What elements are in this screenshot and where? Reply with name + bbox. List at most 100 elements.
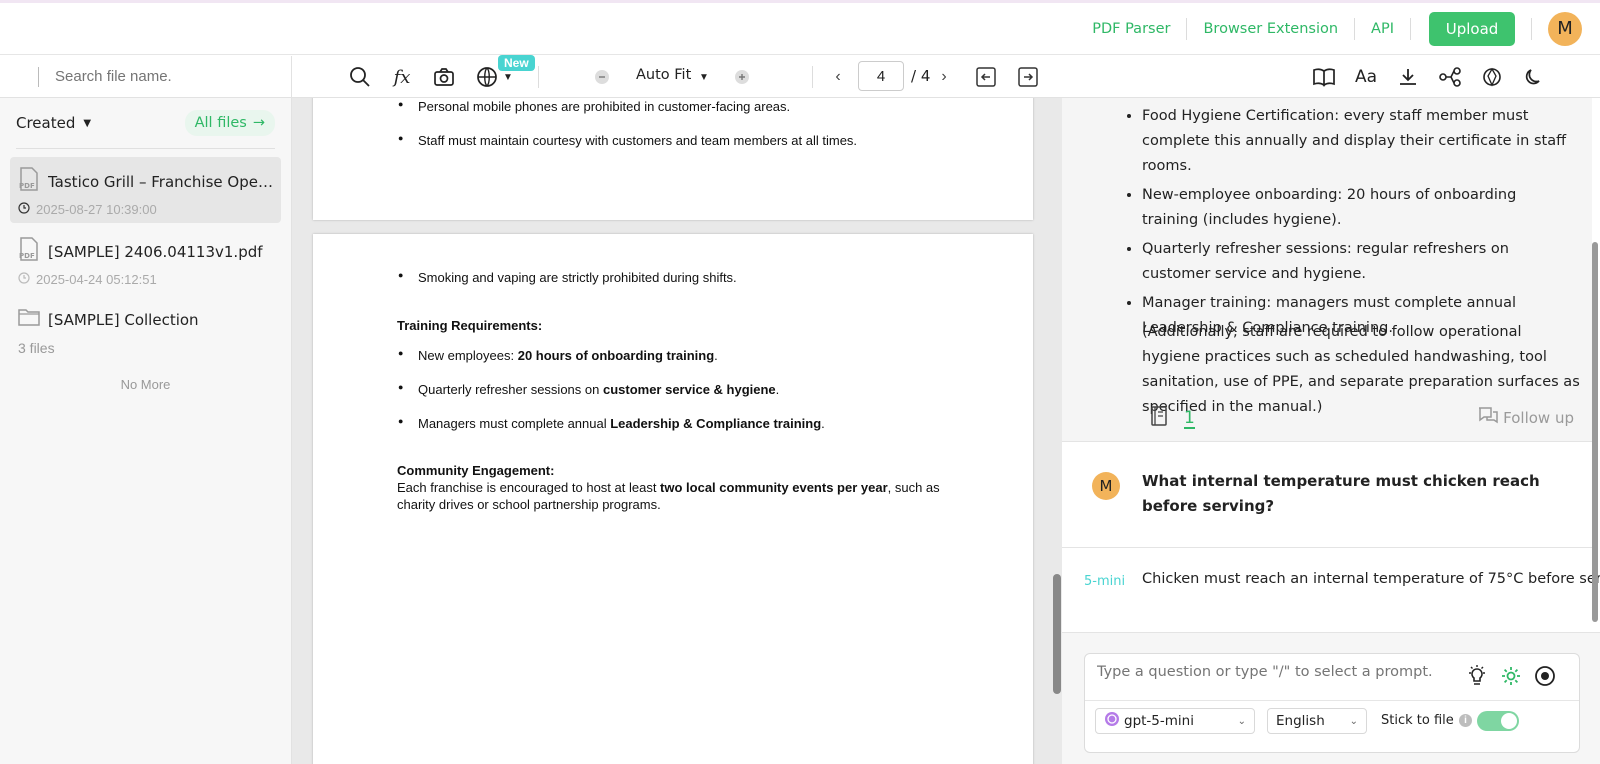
file-sidebar: Created ▼ All files → PDF Tastico Grill … [0,56,292,764]
record-icon[interactable] [1533,664,1557,688]
file-search-input[interactable] [55,68,255,85]
file-search [0,56,291,98]
nav-browser-extension[interactable]: Browser Extension [1187,21,1354,37]
next-page-icon[interactable]: › [932,65,956,89]
chat-input[interactable] [1097,664,1477,680]
answer-paragraph: (Additionally, staff are required to fol… [1142,324,1580,415]
stick-to-file-label: Stick to file [1381,713,1454,728]
answer-bullet: Food Hygiene Certification: every staff … [1142,104,1574,179]
answer-text: Chicken must reach an internal temperatu… [1142,571,1600,587]
pdf-scrollbar[interactable] [1053,574,1061,694]
citation-row: 1 [1150,406,1195,431]
question-avatar: M [1092,472,1120,500]
answer-bullet: New-employee onboarding: 20 hours of onb… [1142,183,1574,233]
mindmap-icon[interactable] [1438,65,1462,89]
nav-divider [1531,17,1532,40]
language-select[interactable]: English ⌄ [1267,708,1367,734]
sort-label: Created [16,114,76,132]
page-number-input[interactable] [858,61,904,91]
file-date: 2025-04-24 05:12:51 [36,272,157,287]
sort-row: Created ▼ All files → [0,98,291,148]
nav-api[interactable]: API [1355,21,1410,37]
collapse-left-icon[interactable] [974,65,998,89]
nav-pdf-parser[interactable]: PDF Parser [1076,21,1186,37]
font-size-icon[interactable]: Aa [1354,65,1378,89]
screenshot-icon[interactable] [432,65,456,89]
pdf-paragraph: Each franchise is encouraged to host at … [397,480,940,512]
all-files-button[interactable]: All files → [184,110,275,136]
file-date: 2025-08-27 10:39:00 [36,202,157,217]
formula-icon[interactable]: fx [390,65,414,89]
top-nav: PDF Parser Browser Extension API Upload … [0,3,1600,55]
pdf-bullet: Staff must maintain courtesy with custom… [398,133,857,148]
pdf-page-3: Personal mobile phones are prohibited in… [313,98,1033,220]
follow-up-label: Follow up [1503,409,1574,427]
toolbar-divider [538,66,539,88]
answer-list: Food Hygiene Certification: every staff … [1142,104,1574,345]
zoom-in-icon[interactable] [730,65,754,89]
pdf-page-4: Smoking and vaping are strictly prohibit… [313,234,1033,764]
page-total: / 4 [911,67,931,85]
chat-scrollbar[interactable] [1592,242,1598,622]
toolbar-divider [812,66,813,88]
composer-divider [1085,700,1579,701]
pdf-toolbar: fx ▼ New Auto Fit ▼ ‹ / 4 › [292,55,1062,98]
pdf-bullet: New employees: 20 hours of onboarding tr… [398,348,718,363]
question-text: What internal temperature must chicken r… [1142,472,1540,515]
citation-count[interactable]: 1 [1184,409,1195,429]
folder-count: 3 files [18,340,55,356]
clock-icon [18,202,30,217]
svg-text:PDF: PDF [19,252,35,260]
model-select[interactable]: gpt-5-mini ⌄ [1095,708,1255,734]
citation-book-icon[interactable] [1150,406,1168,431]
file-item[interactable]: PDF [SAMPLE] 2406.04113v1.pdf 2025-04-24… [10,227,281,293]
zoom-caret-icon[interactable]: ▼ [692,65,716,89]
pdf-bullet: Smoking and vaping are strictly prohibit… [398,270,737,285]
expand-right-icon[interactable] [1016,65,1040,89]
language-name: English [1276,713,1325,729]
dark-mode-icon[interactable] [1522,65,1546,89]
pdf-bullet: Personal mobile phones are prohibited in… [398,99,790,114]
svg-text:PDF: PDF [19,182,35,190]
zoom-out-icon[interactable] [590,65,614,89]
model-name: gpt-5-mini [1124,713,1194,729]
file-name: Tastico Grill – Franchise Operations Man… [48,172,273,191]
download-icon[interactable] [1396,65,1420,89]
pdf-file-icon: PDF [18,237,40,266]
user-avatar[interactable]: M [1548,11,1582,46]
pdf-heading: Community Engagement: [397,463,555,478]
assistant-answer: Food Hygiene Certification: every staff … [1062,98,1592,442]
pdf-file-icon: PDF [18,167,40,196]
all-files-label: All files [194,115,247,131]
sort-dropdown[interactable]: Created ▼ [16,114,91,132]
nav-divider [1410,17,1411,40]
info-icon[interactable]: i [1459,714,1472,727]
answer-bullet: Quarterly refresher sessions: regular re… [1142,237,1574,287]
search-icon[interactable] [348,65,372,89]
clock-icon [18,272,30,287]
composer: gpt-5-mini ⌄ English ⌄ Stick to file i [1084,653,1580,753]
follow-up-icon [1477,406,1499,430]
zoom-level[interactable]: Auto Fit [636,67,691,83]
book-icon[interactable] [1312,65,1336,89]
search-divider [38,66,39,87]
prev-page-icon[interactable]: ‹ [826,65,850,89]
file-item[interactable]: PDF Tastico Grill – Franchise Operations… [10,157,281,223]
folder-icon [18,307,40,332]
upload-button[interactable]: Upload [1429,11,1515,46]
divider [16,148,275,149]
pdf-bullet: Quarterly refresher sessions on customer… [398,382,779,397]
lightbulb-icon[interactable] [1465,664,1489,688]
folder-name: [SAMPLE] Collection [48,310,199,329]
pdf-viewer[interactable]: Personal mobile phones are prohibited in… [292,98,1062,764]
caret-down-icon: ▼ [83,117,92,129]
no-more-label: No More [120,377,171,392]
arrow-right-icon: → [252,115,265,131]
settings-gear-icon[interactable] [1499,664,1523,688]
stick-to-file-toggle[interactable] [1477,711,1519,731]
model-logo-icon [1104,711,1120,731]
chat-thread: Food Hygiene Certification: every staff … [1062,98,1600,632]
follow-up-button[interactable]: Follow up [1477,406,1574,430]
folder-item[interactable]: [SAMPLE] Collection 3 files [10,297,281,363]
openai-icon[interactable] [1480,65,1504,89]
